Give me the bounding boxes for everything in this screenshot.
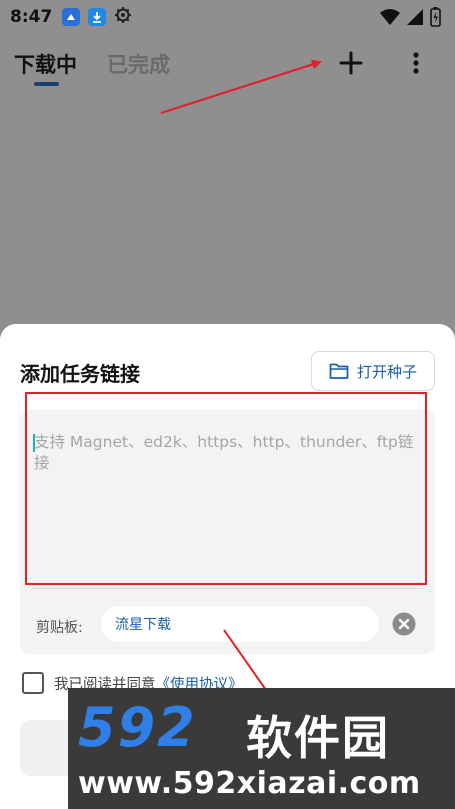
download-icon [88,8,107,26]
clipboard-chip[interactable]: 流星下载 [101,606,379,642]
sheet-title: 添加任务链接 [20,362,140,386]
open-torrent-label: 打开种子 [356,362,417,381]
status-bar: 8:47 [0,0,455,34]
battery-icon [430,7,441,31]
tab-downloading[interactable]: 下载中 [14,49,77,79]
app-icon [62,8,81,26]
open-torrent-button[interactable]: 打开种子 [311,351,435,391]
clipboard-label: 剪贴板: [36,620,83,636]
plus-icon [339,51,363,75]
divider [32,588,423,589]
wifi-icon [380,8,400,30]
watermark-url: www.592xiazai.com [78,766,421,801]
signal-icon [406,8,424,30]
watermark-logo: 592 [78,696,197,759]
active-tab-indicator [34,82,59,86]
folder-icon [329,363,349,379]
watermark-banner: 592 软件园 www.592xiazai.com [68,688,455,809]
clear-clipboard-button[interactable] [392,612,416,636]
agreement-checkbox[interactable] [22,672,44,694]
status-time: 8:47 [10,7,53,27]
more-options-button[interactable] [405,48,427,78]
add-task-button[interactable] [336,48,366,78]
close-circle-icon [392,612,416,636]
annotation-highlight-box [25,392,427,585]
watermark-name: 软件园 [246,711,390,765]
clipboard-value: 流星下载 [115,617,171,633]
app-header: 下载中 已完成 [0,34,455,94]
gear-icon [114,6,132,29]
tab-completed[interactable]: 已完成 [107,49,170,79]
more-vert-icon [413,52,419,74]
